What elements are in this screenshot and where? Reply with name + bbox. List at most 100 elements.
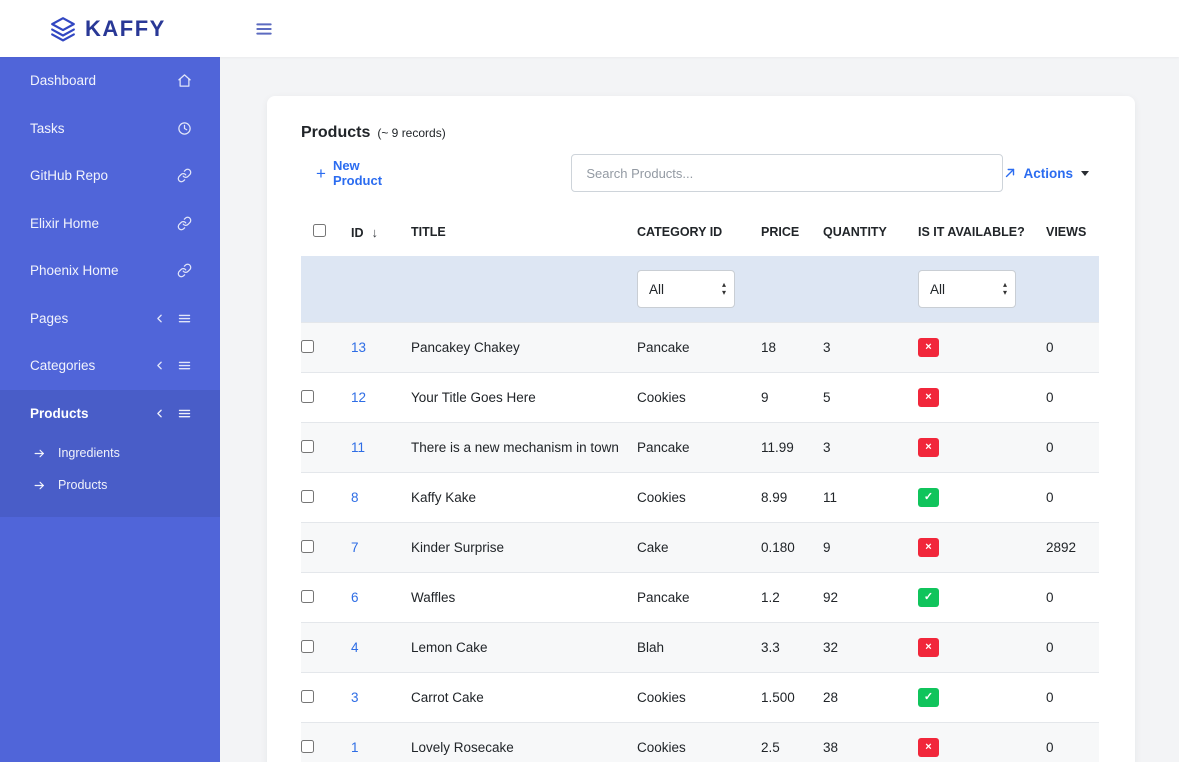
- row-checkbox[interactable]: [301, 590, 314, 603]
- list-icon: [177, 406, 192, 421]
- row-checkbox[interactable]: [301, 540, 314, 553]
- table-row: 1 Lovely Rosecake Cookies 2.5 38 × 0: [301, 723, 1099, 762]
- row-id-link[interactable]: 8: [351, 490, 359, 505]
- row-views: 0: [1046, 323, 1099, 373]
- sidebar-item-label: Categories: [30, 358, 95, 373]
- row-views: 0: [1046, 573, 1099, 623]
- row-quantity: 5: [823, 373, 918, 423]
- row-title: Waffles: [411, 573, 637, 623]
- row-checkbox[interactable]: [301, 740, 314, 753]
- row-title: Lovely Rosecake: [411, 723, 637, 762]
- row-checkbox[interactable]: [301, 640, 314, 653]
- subnav-item-ingredients[interactable]: Ingredients: [0, 437, 220, 469]
- sidebar-item-github-repo[interactable]: GitHub Repo: [0, 152, 220, 200]
- column-header-category[interactable]: CATEGORY ID: [637, 216, 761, 256]
- link-icon: [177, 263, 192, 278]
- row-price: 0.180: [761, 523, 823, 573]
- row-quantity: 3: [823, 423, 918, 473]
- column-header-price[interactable]: PRICE: [761, 216, 823, 256]
- column-header-views[interactable]: VIEWS: [1046, 216, 1099, 256]
- row-category: Pancake: [637, 423, 761, 473]
- row-price: 8.99: [761, 473, 823, 523]
- row-quantity: 3: [823, 323, 918, 373]
- sidebar-item-pages[interactable]: Pages: [0, 295, 220, 343]
- table-row: 11 There is a new mechanism in town Panc…: [301, 423, 1099, 473]
- new-product-button[interactable]: + New Product: [316, 158, 408, 188]
- hamburger-menu-icon[interactable]: [254, 19, 274, 39]
- row-id-link[interactable]: 11: [351, 440, 365, 455]
- clock-icon: [177, 121, 192, 136]
- records-count: (~ 9 records): [377, 126, 445, 140]
- category-filter-select[interactable]: All: [637, 270, 735, 308]
- select-all-checkbox[interactable]: [313, 224, 326, 237]
- row-price: 3.3: [761, 623, 823, 673]
- sidebar-item-dashboard[interactable]: Dashboard: [0, 57, 220, 105]
- kaffy-logo[interactable]: KAFFY: [0, 16, 220, 42]
- row-quantity: 92: [823, 573, 918, 623]
- sidebar-item-phoenix-home[interactable]: Phoenix Home: [0, 247, 220, 295]
- chevron-left-icon: [153, 312, 166, 325]
- row-id-link[interactable]: 1: [351, 740, 359, 755]
- home-icon: [177, 73, 192, 88]
- row-id-link[interactable]: 6: [351, 590, 359, 605]
- table-row: 3 Carrot Cake Cookies 1.500 28 ✓ 0: [301, 673, 1099, 723]
- row-id-link[interactable]: 7: [351, 540, 359, 555]
- sidebar-item-label: Phoenix Home: [30, 263, 119, 278]
- row-checkbox[interactable]: [301, 690, 314, 703]
- row-views: 2892: [1046, 523, 1099, 573]
- subnav-item-label: Ingredients: [58, 446, 120, 460]
- row-checkbox[interactable]: [301, 390, 314, 403]
- link-icon: [177, 168, 192, 183]
- row-quantity: 28: [823, 673, 918, 723]
- filter-row: All All: [301, 256, 1099, 323]
- row-checkbox[interactable]: [301, 340, 314, 353]
- row-checkbox[interactable]: [301, 490, 314, 503]
- row-quantity: 32: [823, 623, 918, 673]
- table-row: 12 Your Title Goes Here Cookies 9 5 × 0: [301, 373, 1099, 423]
- sidebar-item-products[interactable]: Products: [0, 390, 220, 438]
- row-id-link[interactable]: 13: [351, 340, 366, 355]
- row-views: 0: [1046, 623, 1099, 673]
- availability-badge: ✓: [918, 688, 939, 707]
- actions-dropdown-button[interactable]: Actions: [1003, 166, 1089, 181]
- search-input[interactable]: [571, 154, 1003, 192]
- column-header-available[interactable]: IS IT AVAILABLE?: [918, 216, 1046, 256]
- sidebar-item-tasks[interactable]: Tasks: [0, 105, 220, 153]
- list-icon: [177, 358, 192, 373]
- sidebar-item-label: Dashboard: [30, 73, 96, 88]
- availability-badge: ×: [918, 638, 939, 657]
- arrow-right-icon: [33, 447, 46, 460]
- availability-filter-select[interactable]: All: [918, 270, 1016, 308]
- layers-icon: [50, 16, 76, 42]
- row-title: Carrot Cake: [411, 673, 637, 723]
- availability-badge: ✓: [918, 488, 939, 507]
- link-icon: [177, 216, 192, 231]
- table-row: 4 Lemon Cake Blah 3.3 32 × 0: [301, 623, 1099, 673]
- subnav-item-products[interactable]: Products: [0, 469, 220, 501]
- row-category: Cookies: [637, 473, 761, 523]
- sort-desc-icon[interactable]: ↓: [372, 225, 379, 240]
- row-checkbox[interactable]: [301, 440, 314, 453]
- row-price: 2.5: [761, 723, 823, 762]
- products-card: Products (~ 9 records) + New Product Act…: [267, 96, 1135, 762]
- external-arrow-icon: [1003, 166, 1017, 180]
- table-header-row: ID↓ TITLE CATEGORY ID PRICE QUANTITY IS …: [301, 216, 1099, 256]
- table-row: 13 Pancakey Chakey Pancake 18 3 × 0: [301, 323, 1099, 373]
- column-header-id[interactable]: ID↓: [351, 216, 411, 256]
- row-title: Pancakey Chakey: [411, 323, 637, 373]
- row-category: Cake: [637, 523, 761, 573]
- row-id-link[interactable]: 4: [351, 640, 359, 655]
- availability-badge: ×: [918, 538, 939, 557]
- sidebar-item-categories[interactable]: Categories: [0, 342, 220, 390]
- row-id-link[interactable]: 3: [351, 690, 359, 705]
- sidebar-item-elixir-home[interactable]: Elixir Home: [0, 200, 220, 248]
- subnav-item-label: Products: [58, 478, 107, 492]
- logo-text: KAFFY: [85, 16, 166, 42]
- main-content: Products (~ 9 records) + New Product Act…: [220, 57, 1179, 762]
- column-header-quantity[interactable]: QUANTITY: [823, 216, 918, 256]
- page-title: Products: [301, 124, 370, 142]
- row-quantity: 38: [823, 723, 918, 762]
- row-id-link[interactable]: 12: [351, 390, 366, 405]
- chevron-left-icon: [153, 407, 166, 420]
- column-header-title[interactable]: TITLE: [411, 216, 637, 256]
